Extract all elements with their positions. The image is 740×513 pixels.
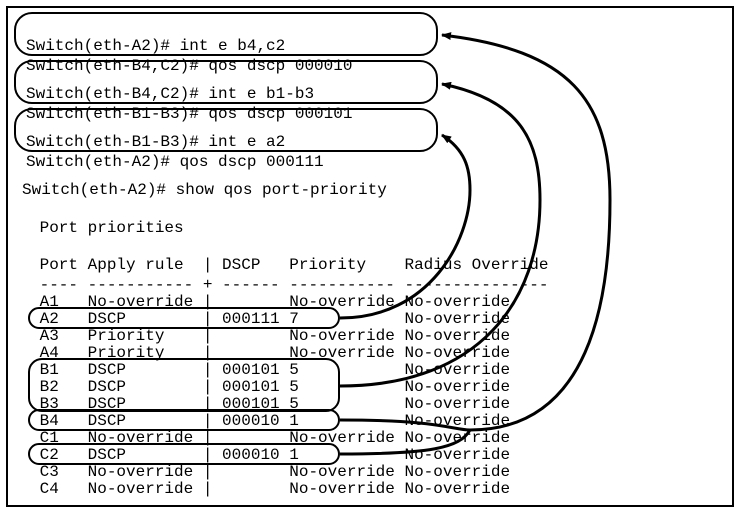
command-block-2: Switch(eth-B4,C2)# int e b1-b3 Switch(et… [14, 60, 438, 104]
table-row: C4 No-override | No-override No-override [30, 479, 740, 499]
cmd-line: Switch(eth-B1-B3)# int e a2 [26, 133, 285, 151]
cmd-line: Switch(eth-A2)# qos dscp 000111 [26, 153, 324, 171]
section-title: Port priorities [30, 218, 740, 238]
show-command: Switch(eth-A2)# show qos port-priority [22, 180, 740, 200]
command-block-1: Switch(eth-A2)# int e b4,c2 Switch(eth-B… [14, 12, 438, 56]
cmd-line: Switch(eth-A2)# int e b4,c2 [26, 37, 285, 55]
cmd-line: Switch(eth-B4,C2)# int e b1-b3 [26, 85, 314, 103]
diagram-canvas: Switch(eth-A2)# int e b4,c2 Switch(eth-B… [0, 0, 740, 513]
table-header: Port Apply rule | DSCP Priority Radius O… [30, 255, 740, 275]
command-block-3: Switch(eth-B1-B3)# int e a2 Switch(eth-A… [14, 108, 438, 152]
